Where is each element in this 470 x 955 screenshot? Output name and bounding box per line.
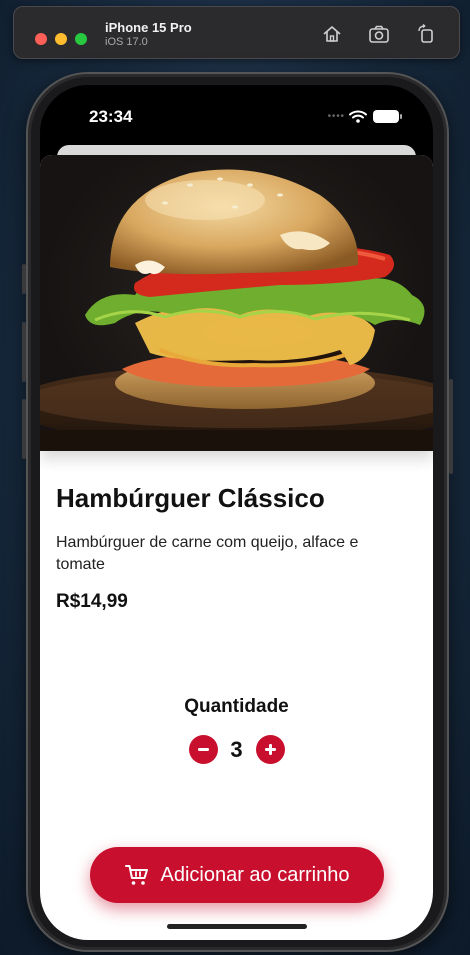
battery-icon: [373, 110, 402, 123]
product-name: Hambúrguer Clássico: [56, 483, 325, 513]
home-icon[interactable]: [321, 23, 343, 45]
add-to-cart-label: Adicionar ao carrinho: [160, 863, 350, 886]
add-to-cart-button[interactable]: Adicionar ao carrinho: [90, 847, 384, 903]
minimize-window-button[interactable]: [55, 33, 67, 45]
product-description: Hambúrguer de carne com queijo, alface e…: [56, 534, 359, 573]
device-name: iPhone 15 Pro: [105, 20, 192, 35]
simulator-toolbar: iPhone 15 Pro iOS 17.0: [13, 6, 460, 59]
product-detail-sheet: Hambúrguer Clássico Hambúrguer de carne …: [40, 155, 433, 940]
wifi-icon: [349, 110, 367, 123]
status-time: 23:34: [89, 107, 133, 126]
close-window-button[interactable]: [35, 33, 47, 45]
screenshot-icon[interactable]: [368, 23, 390, 45]
plus-icon: [264, 744, 276, 755]
status-icons: • • • •: [327, 110, 402, 123]
burger-photo: [40, 155, 433, 451]
zoom-window-button[interactable]: [75, 33, 87, 45]
minus-icon: [197, 748, 209, 751]
volume-up-button: [22, 322, 26, 382]
power-button: [449, 379, 453, 474]
home-indicator[interactable]: [167, 924, 307, 929]
volume-down-button: [22, 399, 26, 459]
rotate-icon[interactable]: [415, 23, 437, 45]
device-os-version: iOS 17.0: [105, 36, 148, 48]
decrement-button[interactable]: [188, 735, 218, 764]
quantity-label: Quantidade: [184, 696, 289, 717]
quantity-value: 3: [230, 736, 243, 762]
action-button: [22, 264, 26, 294]
phone-screen: 23:34 • • • • Hambúrguer Clássico Hambúr…: [40, 85, 433, 940]
cart-icon: [124, 865, 148, 885]
signal-icon: • • • •: [327, 111, 344, 122]
product-price: R$14,99: [56, 591, 128, 612]
increment-button[interactable]: [255, 735, 285, 764]
quantity-stepper: 3: [40, 735, 433, 764]
